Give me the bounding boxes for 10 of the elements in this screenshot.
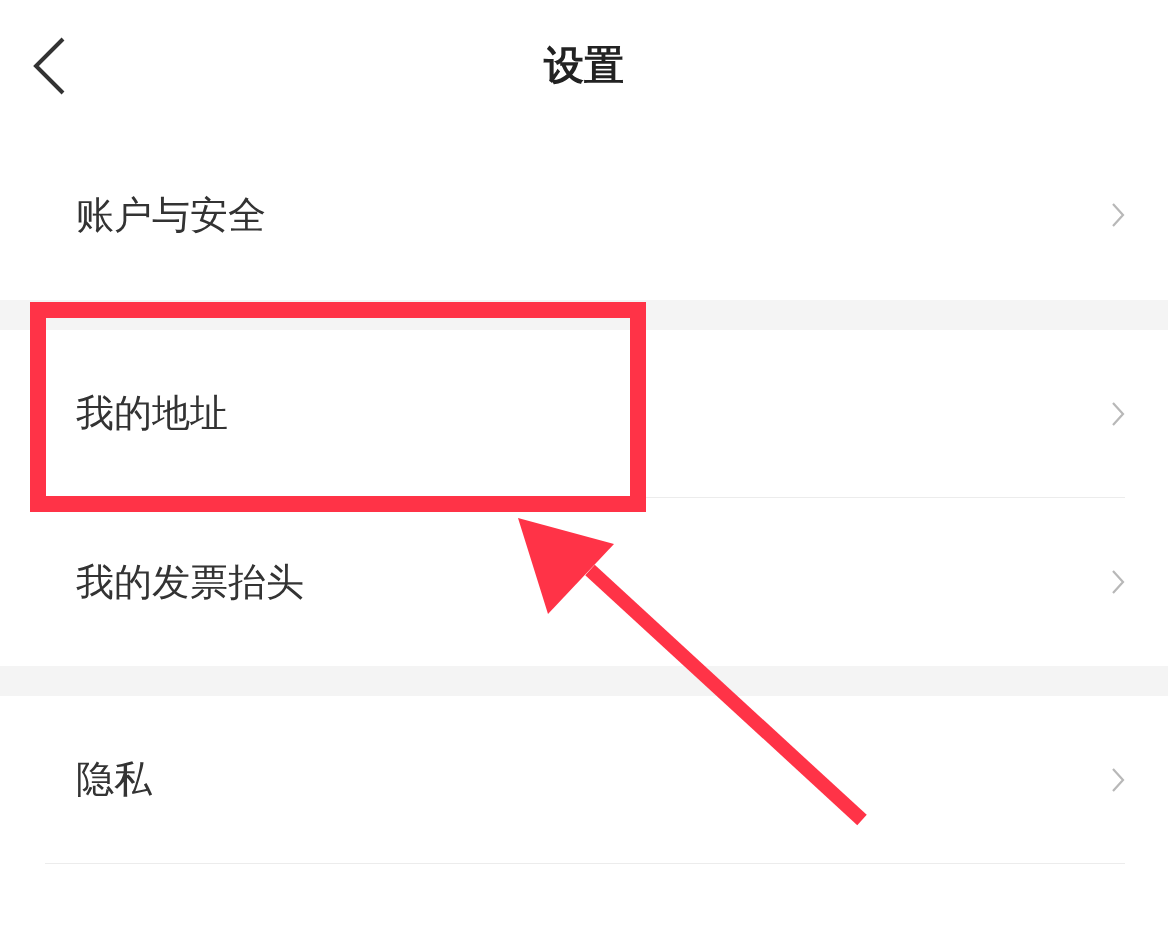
chevron-right-icon <box>1111 569 1125 595</box>
chevron-right-icon <box>1111 766 1125 793</box>
page-title: 设置 <box>544 41 624 90</box>
menu-item-label[interactable]: 隐私 <box>76 751 152 808</box>
back-icon[interactable] <box>32 36 66 96</box>
chevron-right-icon <box>1111 202 1125 228</box>
menu-item-label[interactable]: 我的发票抬头 <box>76 553 304 611</box>
menu-item-label[interactable]: 我的地址 <box>76 385 228 442</box>
menu-item-label[interactable]: 账户与安全 <box>76 186 266 244</box>
chevron-right-icon <box>1111 400 1125 427</box>
